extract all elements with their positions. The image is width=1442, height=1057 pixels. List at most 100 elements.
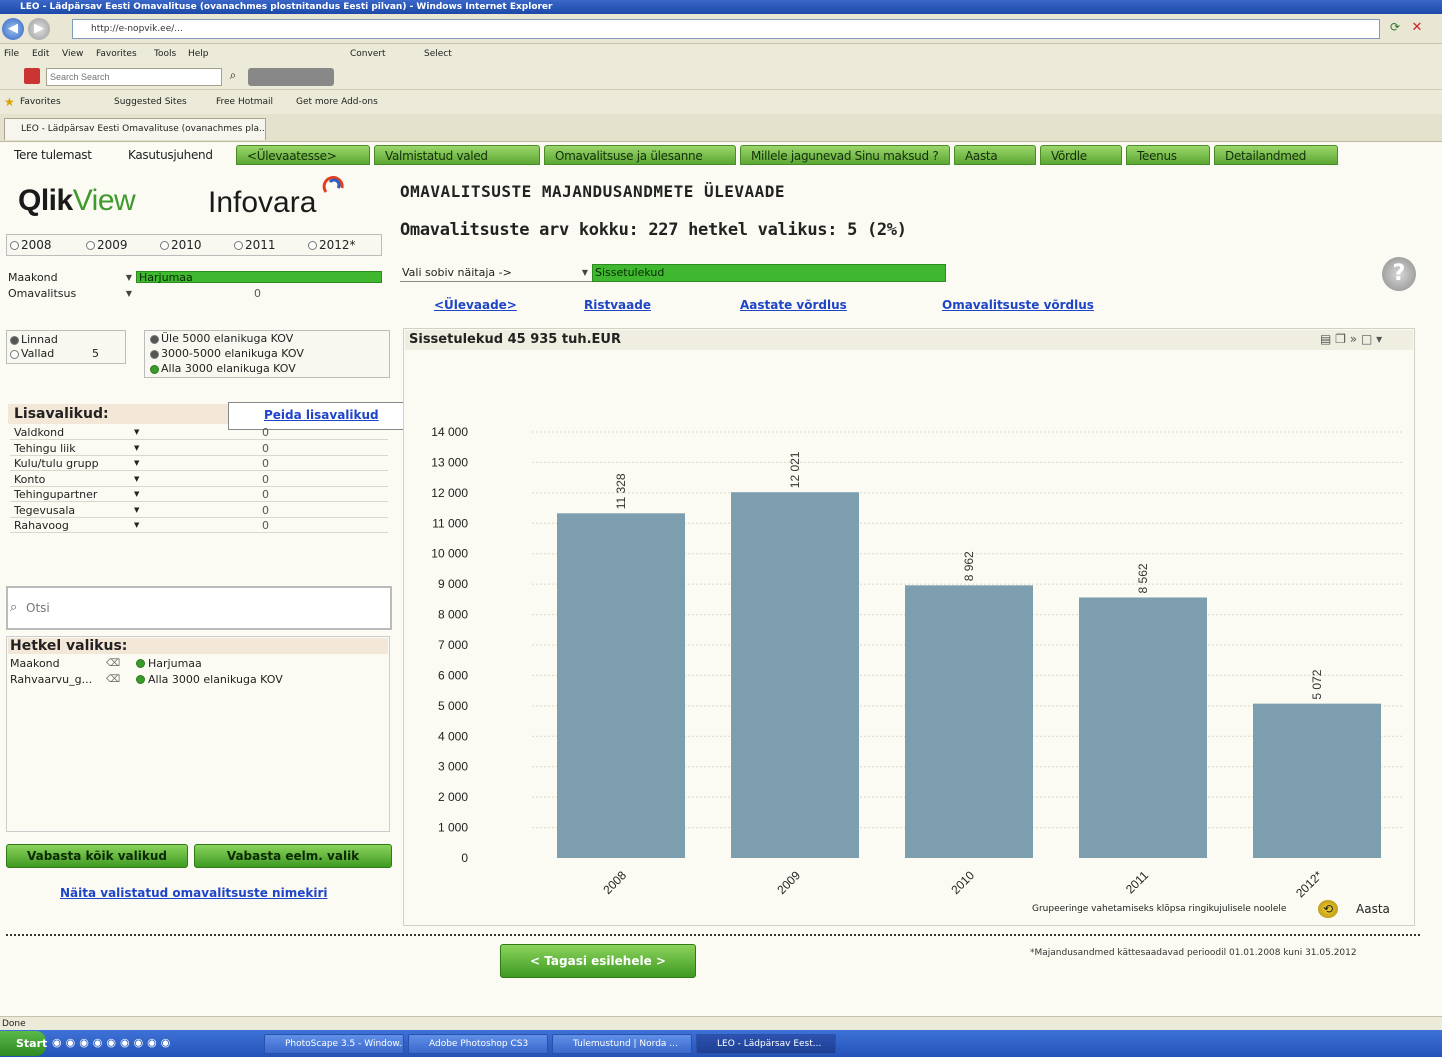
tab-ulevaatesse[interactable]: <Ülevaatesse> <box>236 145 370 165</box>
tab-valmistatud-valed[interactable]: Valmistatud valed <box>374 145 540 165</box>
eraser-icon[interactable]: ⌫ <box>106 672 120 688</box>
export-icon[interactable]: » <box>1350 332 1357 346</box>
year-option-2008[interactable]: 2008 <box>10 238 52 252</box>
taskbar-item[interactable]: LEO - Lädpärsav Eest... <box>696 1034 836 1054</box>
kov-size-option[interactable]: Üle 5000 elanikuga KOV <box>150 331 293 347</box>
lisavalikud-title: Lisavalikud: <box>8 404 230 424</box>
bar-chart: 0 1 000 2 000 3 000 4 000 5 000 6 000 7 000 8 00… <box>431 425 1404 900</box>
tab-aasta[interactable]: Aasta <box>954 145 1036 165</box>
quick-launch-icons[interactable]: ◉◉◉◉◉◉◉◉◉ <box>52 1036 252 1052</box>
radio-icon <box>160 241 169 250</box>
menu-edit[interactable]: Edit <box>32 44 49 64</box>
year-option-2009[interactable]: 2009 <box>86 238 128 252</box>
tab-detailandmed[interactable]: Detailandmed <box>1214 145 1338 165</box>
tab-tere-tulemast[interactable]: Tere tulemast <box>4 145 116 165</box>
taskbar-item[interactable]: PhotoScape 3.5 - Window... <box>264 1034 404 1054</box>
select-button[interactable]: Select <box>424 44 452 64</box>
start-button[interactable]: Start <box>0 1031 47 1056</box>
help-icon[interactable]: ? <box>1382 257 1416 291</box>
bar-value-label: 12 021 <box>788 451 802 488</box>
x-tick-label: 2009 <box>774 868 803 897</box>
ie-tab[interactable]: LEO - Lädpärsav Eesti Omavalituse (ovana… <box>4 118 266 140</box>
favorites-button[interactable]: Favorites <box>20 90 61 114</box>
clear-previous-button[interactable]: Vabasta eelm. valik <box>194 844 392 868</box>
lisavalik-row[interactable]: Tehingu liik ▼ 0 <box>10 441 388 456</box>
link-omavalitsuste-vordlus[interactable]: Omavalitsuste võrdlus <box>942 298 1094 312</box>
kov-size-option[interactable]: Alla 3000 elanikuga KOV <box>150 361 296 377</box>
menu-tools[interactable]: Tools <box>154 44 176 64</box>
forward-icon[interactable]: ▶ <box>28 18 50 40</box>
radio-icon <box>308 241 317 250</box>
infovara-swirl-icon <box>322 176 344 193</box>
link-ulevaade[interactable]: <Ülevaade> <box>434 298 517 312</box>
omavalitsus-field[interactable]: Omavalitsus ▼ <box>8 286 134 302</box>
fav-get-addons[interactable]: Get more Add-ons <box>296 90 378 114</box>
indicator-value[interactable]: Sissetulekud <box>592 264 946 282</box>
fav-free-hotmail[interactable]: Free Hotmail <box>216 90 273 114</box>
star-icon: ★ <box>4 95 15 109</box>
lisavalik-row[interactable]: Tehingupartner ▼ 0 <box>10 487 388 502</box>
convert-button[interactable]: Convert <box>350 44 386 64</box>
link-aastate-vordlus[interactable]: Aastate võrdlus <box>740 298 847 312</box>
menu-help[interactable]: Help <box>188 44 209 64</box>
menu-view[interactable]: View <box>62 44 83 64</box>
omavalitsus-value[interactable]: 0 <box>254 286 261 302</box>
menu-file[interactable]: File <box>4 44 19 64</box>
copy-icon[interactable]: ❐ <box>1335 332 1346 346</box>
ie-search-input[interactable] <box>46 68 222 86</box>
refresh-icon[interactable]: ⟳ <box>1386 20 1404 38</box>
y-tick-label: 12 000 <box>431 486 468 500</box>
cycle-group-icon[interactable]: ⟲ <box>1318 900 1338 918</box>
footnote: *Majandusandmed kättesaadavad perioodil … <box>1030 948 1357 958</box>
favorites-bar: ★ Favorites Suggested Sites Free Hotmail… <box>0 90 1442 114</box>
search-icon[interactable]: ⌕ <box>224 68 242 86</box>
toolbar-widget[interactable] <box>248 68 334 86</box>
tab-vordle[interactable]: Võrdle <box>1040 145 1122 165</box>
print-icon[interactable]: ▤ <box>1320 332 1331 346</box>
y-tick-label: 5 000 <box>438 699 468 713</box>
maakond-field[interactable]: Maakond ▼ <box>8 270 134 286</box>
radio-icon <box>10 335 19 345</box>
vallad-option[interactable]: Vallad 5 <box>10 346 114 362</box>
taskbar-item[interactable]: Tulemustund | Norda ... <box>552 1034 692 1054</box>
indicator-select[interactable]: Vali sobiv näitaja -> ▼ <box>400 264 592 282</box>
tab-teenus[interactable]: Teenus <box>1126 145 1210 165</box>
chevron-down-icon: ▼ <box>134 490 140 498</box>
lisavalik-row[interactable]: Konto ▼ 0 <box>10 472 388 487</box>
menu-favorites[interactable]: Favorites <box>96 44 137 64</box>
year-option-2012[interactable]: 2012* <box>308 238 356 252</box>
taskbar-item[interactable]: Adobe Photoshop CS3 <box>408 1034 548 1054</box>
kov-size-option[interactable]: 3000-5000 elanikuga KOV <box>150 346 304 362</box>
back-icon[interactable]: ◀ <box>2 18 24 40</box>
tab-kasutusjuhend[interactable]: Kasutusjuhend <box>118 145 234 165</box>
peida-lisavalikud-link[interactable]: Peida lisavalikud <box>264 408 379 422</box>
show-list-link[interactable]: Näita valistatud omavalitsuste nimekiri <box>60 886 327 900</box>
lisavalik-row[interactable]: Kulu/tulu grupp ▼ 0 <box>10 456 388 471</box>
link-ristvaade[interactable]: Ristvaade <box>584 298 651 312</box>
next-step-button[interactable]: < Tagasi esilehele > <box>500 944 696 978</box>
address-bar[interactable]: http://e-nopvik.ee/... <box>72 19 1380 39</box>
year-option-2011[interactable]: 2011 <box>234 238 276 252</box>
chevron-down-icon[interactable]: ▾ <box>1376 332 1382 346</box>
divider <box>6 934 1420 936</box>
eraser-icon[interactable]: ⌫ <box>106 656 120 672</box>
clear-all-button[interactable]: Vabasta kõik valikud <box>6 844 188 868</box>
qlik-text: Qlik <box>18 184 73 217</box>
year-option-2010[interactable]: 2010 <box>160 238 202 252</box>
window-title: LEO - Lädpärsav Eesti Omavalituse (ovana… <box>0 0 1442 14</box>
tab-maksud[interactable]: Millele jagunevad Sinu maksud ? <box>740 145 950 165</box>
search-input[interactable] <box>26 598 376 618</box>
bar <box>1253 703 1381 858</box>
maakond-value[interactable]: Harjumaa <box>136 271 382 284</box>
maximize-icon[interactable]: □ <box>1361 332 1372 346</box>
tab-omavalitsuse-ulesanne[interactable]: Omavalitsuse ja ülesanne <box>544 145 736 165</box>
lisavalik-row[interactable]: Tegevusala ▼ 0 <box>10 503 388 518</box>
infovara-logo: Infovara <box>208 186 317 219</box>
bar <box>731 492 859 858</box>
stop-icon[interactable]: ✕ <box>1408 20 1426 38</box>
chevron-down-icon: ▼ <box>125 273 132 282</box>
lisavalik-row[interactable]: Rahavoog ▼ 0 <box>10 518 388 533</box>
fav-suggested-sites[interactable]: Suggested Sites <box>114 90 187 114</box>
lisavalik-row[interactable]: Valdkond ▼ 0 <box>10 425 388 440</box>
y-tick-label: 9 000 <box>438 577 468 591</box>
